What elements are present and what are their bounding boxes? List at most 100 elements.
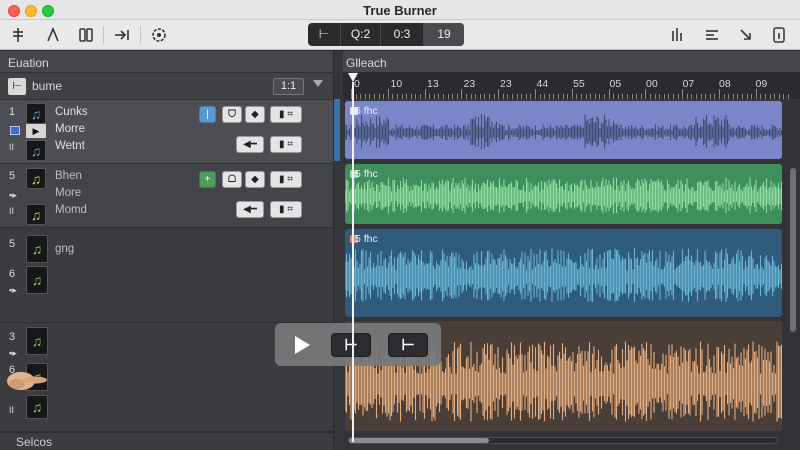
ruler-tick — [627, 94, 628, 99]
horizontal-scrollbar[interactable] — [348, 437, 778, 444]
music-note-icon: ♫ — [26, 327, 48, 355]
back-arrow-button[interactable]: ◀━ — [236, 136, 264, 153]
ruler-tick — [617, 94, 619, 99]
ruler-tick — [475, 94, 477, 99]
timeline-ruler[interactable]: 0 10 13 23 23 44 55 05 00 07 08 09 — [343, 73, 800, 100]
track-row[interactable]: 5 6 ▪▸ ♫ ♫ gng — [0, 228, 333, 323]
collapse-arrow-icon[interactable] — [736, 26, 756, 44]
track-options-button[interactable]: ◆ — [245, 106, 265, 123]
ruler-tick — [415, 94, 417, 99]
tuning-fork-icon[interactable] — [8, 26, 28, 44]
track-select-checkbox[interactable] — [10, 126, 20, 135]
ruler-label: 23 — [463, 78, 476, 90]
record-enable-button[interactable]: | — [199, 106, 216, 123]
ruler-label: 10 — [390, 78, 403, 90]
ruler-tick — [535, 89, 536, 99]
ruler-tick — [466, 94, 467, 99]
audio-region[interactable]: 5 fhc — [345, 164, 782, 224]
ruler-tick — [567, 94, 569, 99]
ruler-tick — [576, 94, 578, 99]
library-row[interactable]: ⊢ bume 1:1 — [0, 73, 333, 100]
lcd-tempo[interactable]: 19 — [424, 23, 464, 46]
play-button[interactable] — [289, 333, 315, 357]
hand-cursor-icon — [7, 372, 47, 390]
ruler-tick — [645, 89, 647, 99]
marker-icon: ⊢ — [344, 337, 358, 354]
ruler-tick — [530, 94, 532, 99]
waveform — [345, 248, 782, 303]
region-label: 6 fhc — [355, 105, 378, 117]
track-list-panel: Euation ⊢ bume 1:1 1 II ♫ ▶ ♫ Cunks Morr… — [0, 51, 333, 450]
track-detail: Wetnt — [55, 140, 85, 152]
speaker-icon: ▪▸ — [9, 285, 17, 295]
playhead-handle[interactable] — [348, 73, 358, 82]
lcd-beat[interactable]: 0:3 — [381, 23, 424, 46]
timeline-header: Glleach — [343, 51, 800, 73]
align-left-icon[interactable] — [702, 26, 722, 44]
info-icon[interactable] — [769, 26, 789, 44]
track-row[interactable]: 1 II ♫ ▶ ♫ Cunks Morre Wetnt | ᗜ ◆ ▮ ⌗ ◀… — [0, 100, 333, 164]
ruler-tick — [714, 94, 716, 99]
ruler-tick — [590, 94, 592, 99]
library-name: bume — [32, 79, 63, 93]
input-monitor-button[interactable]: ᗜ — [222, 106, 242, 123]
ruler-tick — [778, 94, 780, 99]
title-bar: True Burner — [0, 0, 800, 20]
ruler-label: 05 — [609, 78, 622, 90]
track-options-button[interactable]: ◆ — [245, 171, 265, 188]
music-note-icon: ♫ — [26, 103, 46, 124]
ruler-tick — [677, 94, 679, 99]
vertical-scrollbar[interactable] — [790, 168, 796, 332]
back-arrow-button[interactable]: ◀━ — [236, 201, 264, 218]
ruler-tick — [723, 94, 725, 99]
ruler-tick — [663, 94, 665, 99]
lcd-mode[interactable]: ⊢ — [308, 23, 341, 46]
audio-region[interactable]: 6 fhc — [345, 101, 782, 159]
mute-solo-button[interactable]: ▮ ⌗ — [270, 106, 302, 123]
go-to-end-button[interactable]: ⊢ — [388, 333, 428, 357]
ruler-tick — [673, 94, 674, 99]
music-note-icon: ♫ — [26, 395, 48, 419]
ruler-tick — [774, 94, 776, 99]
ruler-tick — [709, 94, 711, 99]
input-monitor-button[interactable]: ᗝ — [222, 171, 242, 188]
go-to-start-button[interactable]: ⊢ — [331, 333, 371, 357]
ruler-tick — [737, 94, 739, 99]
ruler-tick — [470, 94, 472, 99]
panel-divider[interactable] — [333, 51, 343, 450]
toolbar-separator — [140, 26, 141, 44]
chevron-down-icon[interactable] — [313, 80, 323, 87]
lcd-display[interactable]: ⊢ Q:2 0:3 19 — [308, 23, 464, 46]
ruler-tick — [654, 94, 656, 99]
levels-icon[interactable] — [668, 26, 688, 44]
audio-region[interactable]: 5 fhc — [345, 229, 782, 317]
library-count-field[interactable]: 1:1 — [273, 78, 304, 95]
track-subtitle: Morre — [55, 123, 86, 135]
split-columns-icon[interactable] — [76, 26, 96, 44]
ruler-tick — [525, 94, 527, 99]
lambda-icon[interactable] — [43, 26, 63, 44]
ruler-tick — [360, 94, 362, 99]
ruler-tick — [355, 94, 357, 99]
ruler-tick — [456, 94, 458, 99]
settings-gear-icon[interactable] — [149, 26, 169, 44]
ruler-tick — [452, 94, 454, 99]
lcd-bar[interactable]: Q:2 — [341, 23, 381, 46]
scrollbar-thumb[interactable] — [349, 438, 489, 443]
track-row[interactable]: 5 ▪▸ II ♫ ♫ Bhen More Momd + ᗝ ◆ ▮ ⌗ ◀━ … — [0, 164, 333, 228]
ruler-tick — [401, 94, 403, 99]
pause-icon: II — [9, 142, 15, 152]
ruler-tick — [484, 94, 486, 99]
speaker-icon: ▪▸ — [9, 348, 17, 358]
playhead[interactable] — [352, 82, 354, 442]
ruler-tick — [420, 94, 421, 99]
ruler-tick — [650, 94, 651, 99]
mute-solo-button[interactable]: ▮ ⌗ — [270, 136, 302, 153]
ruler-tick — [374, 94, 375, 99]
mute-solo-button[interactable]: ▮ ⌗ — [270, 171, 302, 188]
track-number: 3 — [9, 331, 16, 343]
arrow-into-icon[interactable] — [112, 26, 132, 44]
mute-solo-button[interactable]: ▮ ⌗ — [270, 201, 302, 218]
record-enable-button[interactable]: + — [199, 171, 216, 188]
region-label: 5 fhc — [355, 168, 378, 180]
